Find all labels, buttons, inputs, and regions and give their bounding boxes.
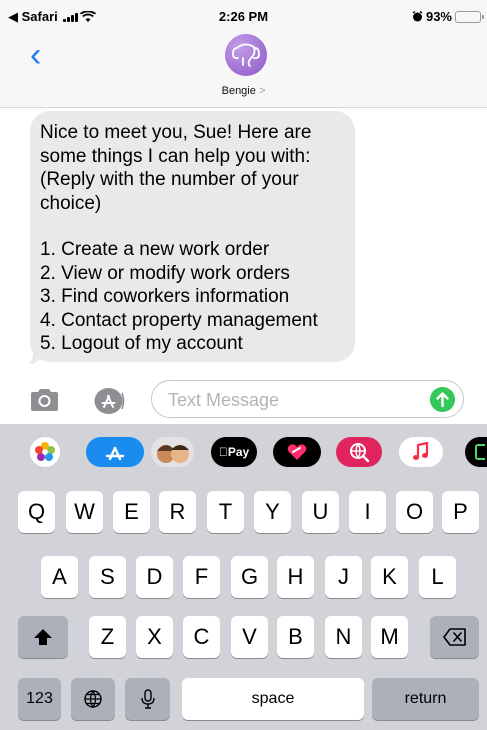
conversation-header: ‹ Bengie > — [0, 34, 487, 108]
key-q[interactable]: Q — [18, 491, 55, 533]
key-l[interactable]: L — [419, 556, 456, 598]
globe-icon — [84, 690, 102, 709]
message-line: choice) — [40, 192, 102, 214]
memoji-app-icon[interactable] — [151, 437, 194, 467]
digital-touch-app-icon[interactable] — [273, 437, 321, 467]
key-i[interactable]: I — [349, 491, 386, 533]
app-partial-icon — [475, 444, 485, 460]
more-apps-icon[interactable] — [465, 437, 487, 467]
back-chevron-button[interactable]: ‹ — [30, 38, 41, 72]
status-bar: ◀ Safari 2:26 PM 93% — [0, 0, 487, 34]
key-x[interactable]: X — [136, 616, 173, 658]
contact-name-label: Bengie — [221, 85, 256, 97]
space-key[interactable]: space — [182, 678, 364, 720]
option-view-work-orders: 2. View or modify work orders — [40, 262, 290, 284]
chevron-right-icon: > — [258, 85, 266, 97]
key-y[interactable]: Y — [254, 491, 291, 533]
key-f[interactable]: F — [183, 556, 220, 598]
globe-key[interactable] — [71, 678, 115, 720]
photos-flower-icon — [35, 442, 55, 461]
key-n[interactable]: N — [325, 616, 362, 658]
message-line: (Reply with the number of your — [40, 169, 299, 190]
numbers-key[interactable]: 123 — [18, 678, 61, 720]
imessage-app-strip: Pay — [0, 424, 487, 476]
compose-bar — [0, 370, 487, 424]
heart-touch-icon — [287, 444, 307, 460]
option-logout: 5. Logout of my account — [40, 333, 243, 354]
images-search-app-icon[interactable] — [336, 437, 382, 467]
option-contact-management: 4. Contact property management — [40, 309, 318, 331]
battery-percent: 93% — [425, 9, 452, 24]
key-w[interactable]: W — [66, 491, 103, 533]
key-r[interactable]: R — [159, 491, 196, 533]
dictation-key[interactable] — [125, 678, 170, 720]
option-find-coworkers: 3. Find coworkers information — [40, 286, 290, 307]
incoming-message-bubble[interactable]: Nice to meet you, Sue! Here are some thi… — [30, 111, 355, 362]
key-g[interactable]: G — [231, 556, 268, 598]
key-e[interactable]: E — [113, 491, 150, 533]
key-s[interactable]: S — [89, 556, 126, 598]
apple-pay-label: Pay — [219, 445, 249, 459]
key-k[interactable]: K — [371, 556, 408, 598]
keyboard: Q W E R T Y U I O P A S D F G H J K L Z … — [0, 476, 487, 730]
contact-avatar[interactable] — [225, 34, 267, 76]
music-app-icon[interactable] — [399, 437, 443, 467]
key-d[interactable]: D — [136, 556, 173, 598]
key-a[interactable]: A — [41, 556, 78, 598]
apple-pay-app-icon[interactable]: Pay — [211, 437, 257, 467]
key-t[interactable]: T — [207, 491, 244, 533]
key-b[interactable]: B — [277, 616, 314, 658]
message-line: Nice to meet you, Sue! Here are — [40, 122, 312, 143]
return-key[interactable]: return — [372, 678, 479, 720]
key-h[interactable]: H — [277, 556, 314, 598]
key-m[interactable]: M — [371, 616, 408, 658]
send-arrow-icon[interactable] — [430, 387, 455, 412]
shift-key[interactable] — [18, 616, 68, 658]
camera-icon[interactable] — [29, 388, 60, 412]
key-j[interactable]: J — [325, 556, 362, 598]
memoji-faces-icon — [156, 445, 189, 463]
photos-app-icon[interactable] — [30, 437, 60, 467]
key-p[interactable]: P — [442, 491, 479, 533]
shift-arrow-icon — [34, 629, 52, 645]
key-o[interactable]: O — [396, 491, 433, 533]
app-store-app-icon[interactable] — [86, 437, 144, 467]
key-v[interactable]: V — [231, 616, 268, 658]
battery-charging-icon — [455, 10, 484, 23]
status-right: 93% — [412, 9, 484, 24]
elephant-logo-icon — [232, 43, 260, 67]
key-z[interactable]: Z — [89, 616, 126, 658]
app-store-icon[interactable] — [92, 387, 125, 415]
key-c[interactable]: C — [183, 616, 220, 658]
microphone-icon — [140, 689, 155, 709]
contact-name-button[interactable]: Bengie > — [0, 85, 487, 97]
option-create-work-order: 1. Create a new work order — [40, 239, 270, 260]
message-text-field[interactable] — [151, 380, 464, 418]
app-store-a-icon — [105, 446, 125, 461]
alarm-icon — [412, 11, 423, 22]
message-input[interactable] — [168, 388, 418, 412]
message-line: some things I can help you with: — [40, 145, 311, 167]
delete-key[interactable] — [430, 616, 479, 658]
globe-search-icon — [350, 443, 370, 463]
music-note-icon — [413, 442, 429, 460]
backspace-icon — [442, 628, 466, 646]
message-list: Nice to meet you, Sue! Here are some thi… — [0, 108, 487, 370]
key-u[interactable]: U — [302, 491, 339, 533]
